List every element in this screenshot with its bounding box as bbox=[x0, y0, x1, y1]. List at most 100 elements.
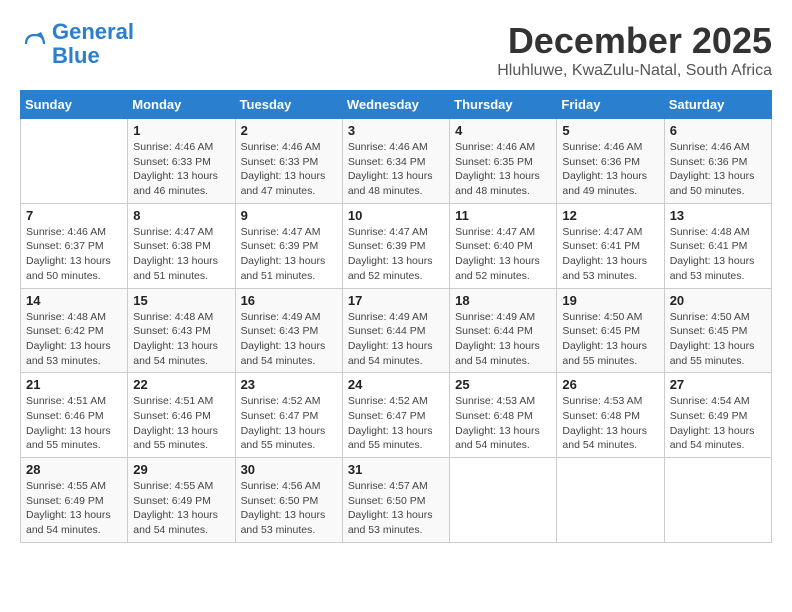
day-cell: 26 Sunrise: 4:53 AMSunset: 6:48 PMDaylig… bbox=[557, 373, 664, 458]
day-cell: 31 Sunrise: 4:57 AMSunset: 6:50 PMDaylig… bbox=[342, 458, 449, 543]
day-info: Sunrise: 4:55 AMSunset: 6:49 PMDaylight:… bbox=[133, 480, 218, 536]
day-number: 24 bbox=[348, 377, 444, 392]
header-row: SundayMondayTuesdayWednesdayThursdayFrid… bbox=[21, 91, 772, 119]
day-info: Sunrise: 4:52 AMSunset: 6:47 PMDaylight:… bbox=[241, 395, 326, 451]
day-cell: 9 Sunrise: 4:47 AMSunset: 6:39 PMDayligh… bbox=[235, 203, 342, 288]
day-cell: 14 Sunrise: 4:48 AMSunset: 6:42 PMDaylig… bbox=[21, 288, 128, 373]
header-cell-tuesday: Tuesday bbox=[235, 91, 342, 119]
day-cell: 23 Sunrise: 4:52 AMSunset: 6:47 PMDaylig… bbox=[235, 373, 342, 458]
day-number: 12 bbox=[562, 208, 658, 223]
day-number: 27 bbox=[670, 377, 766, 392]
week-row-2: 7 Sunrise: 4:46 AMSunset: 6:37 PMDayligh… bbox=[21, 203, 772, 288]
day-info: Sunrise: 4:46 AMSunset: 6:36 PMDaylight:… bbox=[670, 141, 755, 197]
day-cell: 18 Sunrise: 4:49 AMSunset: 6:44 PMDaylig… bbox=[450, 288, 557, 373]
day-cell: 2 Sunrise: 4:46 AMSunset: 6:33 PMDayligh… bbox=[235, 119, 342, 204]
day-number: 15 bbox=[133, 293, 229, 308]
day-number: 28 bbox=[26, 462, 122, 477]
day-info: Sunrise: 4:51 AMSunset: 6:46 PMDaylight:… bbox=[26, 395, 111, 451]
day-info: Sunrise: 4:48 AMSunset: 6:41 PMDaylight:… bbox=[670, 226, 755, 282]
day-cell: 4 Sunrise: 4:46 AMSunset: 6:35 PMDayligh… bbox=[450, 119, 557, 204]
day-number: 4 bbox=[455, 123, 551, 138]
day-cell: 21 Sunrise: 4:51 AMSunset: 6:46 PMDaylig… bbox=[21, 373, 128, 458]
day-info: Sunrise: 4:54 AMSunset: 6:49 PMDaylight:… bbox=[670, 395, 755, 451]
day-number: 1 bbox=[133, 123, 229, 138]
day-cell: 19 Sunrise: 4:50 AMSunset: 6:45 PMDaylig… bbox=[557, 288, 664, 373]
day-number: 31 bbox=[348, 462, 444, 477]
day-cell: 20 Sunrise: 4:50 AMSunset: 6:45 PMDaylig… bbox=[664, 288, 771, 373]
day-info: Sunrise: 4:50 AMSunset: 6:45 PMDaylight:… bbox=[670, 311, 755, 367]
day-cell: 8 Sunrise: 4:47 AMSunset: 6:38 PMDayligh… bbox=[128, 203, 235, 288]
day-cell: 28 Sunrise: 4:55 AMSunset: 6:49 PMDaylig… bbox=[21, 458, 128, 543]
week-row-1: 1 Sunrise: 4:46 AMSunset: 6:33 PMDayligh… bbox=[21, 119, 772, 204]
day-cell: 6 Sunrise: 4:46 AMSunset: 6:36 PMDayligh… bbox=[664, 119, 771, 204]
day-cell bbox=[557, 458, 664, 543]
day-cell bbox=[450, 458, 557, 543]
page-header: General Blue December 2025 Hluhluwe, Kwa… bbox=[20, 20, 772, 80]
day-number: 23 bbox=[241, 377, 337, 392]
location-subtitle: Hluhluwe, KwaZulu-Natal, South Africa bbox=[497, 62, 772, 80]
day-cell: 7 Sunrise: 4:46 AMSunset: 6:37 PMDayligh… bbox=[21, 203, 128, 288]
day-info: Sunrise: 4:51 AMSunset: 6:46 PMDaylight:… bbox=[133, 395, 218, 451]
day-number: 22 bbox=[133, 377, 229, 392]
day-number: 16 bbox=[241, 293, 337, 308]
day-cell: 27 Sunrise: 4:54 AMSunset: 6:49 PMDaylig… bbox=[664, 373, 771, 458]
day-number: 5 bbox=[562, 123, 658, 138]
logo-general: General bbox=[52, 19, 134, 44]
day-number: 26 bbox=[562, 377, 658, 392]
day-info: Sunrise: 4:55 AMSunset: 6:49 PMDaylight:… bbox=[26, 480, 111, 536]
day-cell: 11 Sunrise: 4:47 AMSunset: 6:40 PMDaylig… bbox=[450, 203, 557, 288]
day-number: 14 bbox=[26, 293, 122, 308]
day-number: 29 bbox=[133, 462, 229, 477]
day-cell: 24 Sunrise: 4:52 AMSunset: 6:47 PMDaylig… bbox=[342, 373, 449, 458]
day-info: Sunrise: 4:47 AMSunset: 6:39 PMDaylight:… bbox=[348, 226, 433, 282]
day-number: 11 bbox=[455, 208, 551, 223]
day-number: 6 bbox=[670, 123, 766, 138]
day-cell: 25 Sunrise: 4:53 AMSunset: 6:48 PMDaylig… bbox=[450, 373, 557, 458]
header-cell-monday: Monday bbox=[128, 91, 235, 119]
day-cell: 3 Sunrise: 4:46 AMSunset: 6:34 PMDayligh… bbox=[342, 119, 449, 204]
day-cell: 30 Sunrise: 4:56 AMSunset: 6:50 PMDaylig… bbox=[235, 458, 342, 543]
day-number: 10 bbox=[348, 208, 444, 223]
day-number: 18 bbox=[455, 293, 551, 308]
day-info: Sunrise: 4:46 AMSunset: 6:33 PMDaylight:… bbox=[241, 141, 326, 197]
month-title: December 2025 bbox=[497, 20, 772, 62]
day-info: Sunrise: 4:53 AMSunset: 6:48 PMDaylight:… bbox=[455, 395, 540, 451]
day-info: Sunrise: 4:47 AMSunset: 6:40 PMDaylight:… bbox=[455, 226, 540, 282]
day-cell: 12 Sunrise: 4:47 AMSunset: 6:41 PMDaylig… bbox=[557, 203, 664, 288]
day-number: 2 bbox=[241, 123, 337, 138]
day-cell: 15 Sunrise: 4:48 AMSunset: 6:43 PMDaylig… bbox=[128, 288, 235, 373]
day-cell bbox=[21, 119, 128, 204]
day-number: 20 bbox=[670, 293, 766, 308]
logo: General Blue bbox=[20, 20, 134, 68]
week-row-5: 28 Sunrise: 4:55 AMSunset: 6:49 PMDaylig… bbox=[21, 458, 772, 543]
day-cell: 10 Sunrise: 4:47 AMSunset: 6:39 PMDaylig… bbox=[342, 203, 449, 288]
day-info: Sunrise: 4:46 AMSunset: 6:36 PMDaylight:… bbox=[562, 141, 647, 197]
day-info: Sunrise: 4:52 AMSunset: 6:47 PMDaylight:… bbox=[348, 395, 433, 451]
header-cell-wednesday: Wednesday bbox=[342, 91, 449, 119]
day-info: Sunrise: 4:49 AMSunset: 6:44 PMDaylight:… bbox=[348, 311, 433, 367]
day-number: 13 bbox=[670, 208, 766, 223]
title-block: December 2025 Hluhluwe, KwaZulu-Natal, S… bbox=[497, 20, 772, 80]
day-info: Sunrise: 4:53 AMSunset: 6:48 PMDaylight:… bbox=[562, 395, 647, 451]
day-info: Sunrise: 4:46 AMSunset: 6:33 PMDaylight:… bbox=[133, 141, 218, 197]
day-cell: 22 Sunrise: 4:51 AMSunset: 6:46 PMDaylig… bbox=[128, 373, 235, 458]
day-cell: 17 Sunrise: 4:49 AMSunset: 6:44 PMDaylig… bbox=[342, 288, 449, 373]
day-info: Sunrise: 4:56 AMSunset: 6:50 PMDaylight:… bbox=[241, 480, 326, 536]
week-row-4: 21 Sunrise: 4:51 AMSunset: 6:46 PMDaylig… bbox=[21, 373, 772, 458]
day-cell: 29 Sunrise: 4:55 AMSunset: 6:49 PMDaylig… bbox=[128, 458, 235, 543]
day-cell: 16 Sunrise: 4:49 AMSunset: 6:43 PMDaylig… bbox=[235, 288, 342, 373]
day-number: 7 bbox=[26, 208, 122, 223]
header-cell-friday: Friday bbox=[557, 91, 664, 119]
week-row-3: 14 Sunrise: 4:48 AMSunset: 6:42 PMDaylig… bbox=[21, 288, 772, 373]
day-info: Sunrise: 4:49 AMSunset: 6:44 PMDaylight:… bbox=[455, 311, 540, 367]
day-cell: 5 Sunrise: 4:46 AMSunset: 6:36 PMDayligh… bbox=[557, 119, 664, 204]
day-info: Sunrise: 4:47 AMSunset: 6:41 PMDaylight:… bbox=[562, 226, 647, 282]
calendar-table: SundayMondayTuesdayWednesdayThursdayFrid… bbox=[20, 90, 772, 543]
day-info: Sunrise: 4:47 AMSunset: 6:39 PMDaylight:… bbox=[241, 226, 326, 282]
day-number: 21 bbox=[26, 377, 122, 392]
day-number: 19 bbox=[562, 293, 658, 308]
day-number: 3 bbox=[348, 123, 444, 138]
day-info: Sunrise: 4:49 AMSunset: 6:43 PMDaylight:… bbox=[241, 311, 326, 367]
header-cell-thursday: Thursday bbox=[450, 91, 557, 119]
day-number: 30 bbox=[241, 462, 337, 477]
